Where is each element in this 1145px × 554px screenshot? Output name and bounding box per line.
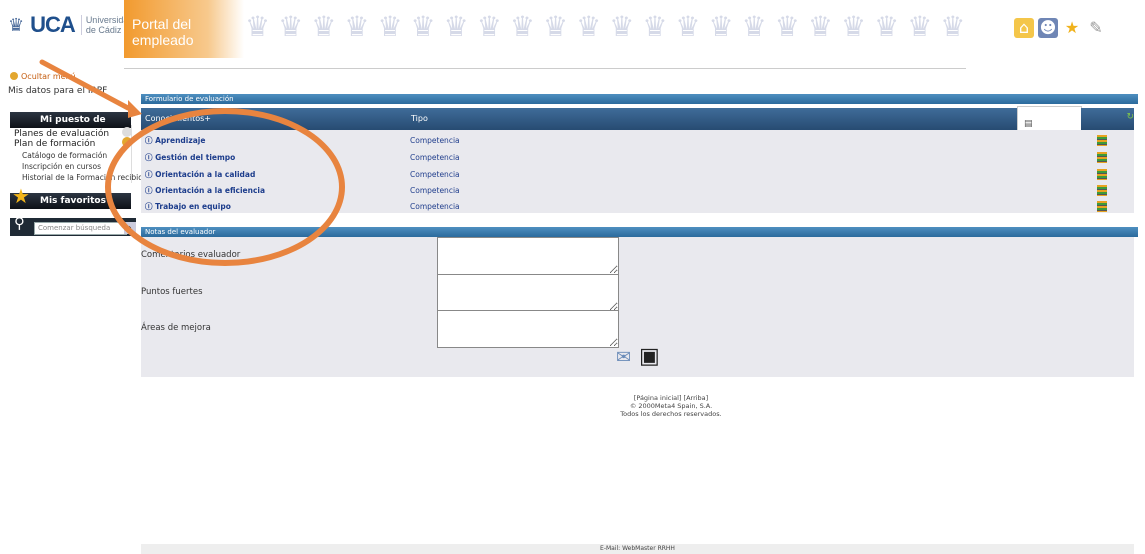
notes-panel: Comentarios evaluador Puntos fuertes Áre… [141, 237, 1134, 377]
document-icon[interactable]: ▤ [1024, 119, 1033, 129]
refresh-icon[interactable]: ↻ [1126, 112, 1134, 122]
search-input[interactable]: Comenzar búsqueda [34, 222, 127, 235]
detail-icon[interactable] [1097, 135, 1107, 146]
send-envelope-icon[interactable]: ✉ [616, 347, 631, 368]
footer: [Página inicial] [Arriba] © 2000Meta4 Sp… [541, 394, 801, 418]
areas-mejora-field[interactable] [437, 310, 619, 348]
users-icon[interactable]: ☻ [1038, 18, 1058, 38]
magnifier-icon: ⚲ [14, 214, 25, 232]
comentarios-field[interactable] [437, 237, 619, 275]
top-icons: ⌂ ☻ ★ ✎ [1014, 18, 1106, 38]
detail-icon[interactable] [1097, 185, 1107, 196]
note-label-areas-mejora: Áreas de mejora [141, 323, 211, 333]
annotation-oval [105, 108, 345, 266]
header-right-cell: ↻ [1081, 108, 1134, 130]
note-label-puntos-fuertes: Puntos fuertes [141, 287, 203, 297]
footer-email[interactable]: E-Mail: WebMaster RRHH [141, 544, 1134, 554]
header-pattern: ♛ ♛ ♛ ♛ ♛ ♛ ♛ ♛ ♛ ♛ ♛ ♛ ♛ ♛ ♛ ♛ ♛ ♛ ♛ ♛ ♛ ♛ [245, 10, 966, 43]
sidebar-item-plan-formacion[interactable]: Plan de formación [14, 139, 95, 149]
header-divider [124, 68, 966, 69]
footer-links[interactable]: [Página inicial] [Arriba] [541, 394, 801, 402]
detail-icon[interactable] [1097, 201, 1107, 212]
form-title: Formulario de evaluación [141, 94, 1138, 104]
sidebar-sub-inscripcion[interactable]: Inscripción en cursos [22, 162, 101, 171]
detail-icon[interactable] [1097, 169, 1107, 180]
column-tipo[interactable]: Tipo [411, 108, 428, 130]
rights: Todos los derechos reservados. [620, 410, 722, 418]
sidebar-sub-catalogo[interactable]: Catálogo de formación [22, 151, 107, 160]
home-icon[interactable]: ⌂ [1014, 18, 1034, 38]
detail-icon[interactable] [1097, 152, 1107, 163]
copyright: © 2000Meta4 Spain, S.A. [629, 402, 713, 410]
puntos-fuertes-field[interactable] [437, 274, 619, 312]
save-disk-icon[interactable]: ▣ [639, 344, 660, 369]
tools-icon[interactable]: ✎ [1086, 18, 1106, 38]
favorites-star-icon[interactable]: ★ [1062, 18, 1082, 38]
star-icon: ★ [12, 184, 30, 208]
